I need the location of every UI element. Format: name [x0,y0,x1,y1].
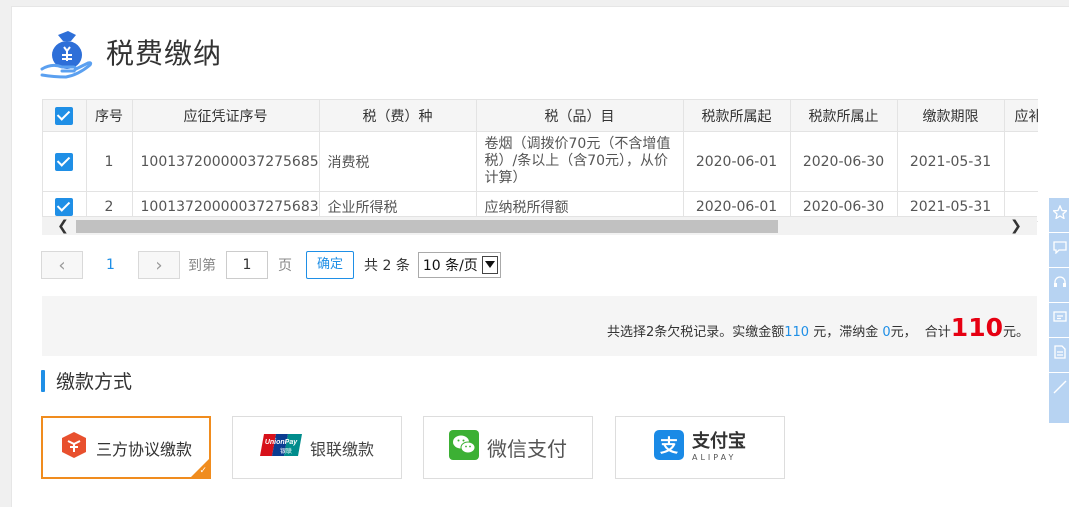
total-amount: 110 [950,313,1003,342]
wechat-icon [449,430,487,465]
section-bar [41,369,45,392]
headset-icon [1054,276,1066,287]
star-icon [1053,205,1067,219]
page-header: 税费缴纳 [40,25,222,79]
late-unit: 元， [890,325,917,340]
chevron-right-icon: › [155,254,163,276]
summary-prefix: 共选择2条欠税记录。实缴金额 [606,325,785,340]
svg-text:UnionPay: UnionPay [265,439,298,446]
float-document-button[interactable] [1049,338,1069,373]
page-title: 税费缴纳 [106,37,223,70]
next-page-button[interactable]: › [138,251,180,279]
total-label: 合计 [924,325,951,340]
tax-table: 序号 应征凭证序号 税（费）种 税（品）目 税款所属起 税款所属止 缴款期限 应… [43,99,1038,222]
row-checkbox[interactable] [43,131,87,192]
late-fee: 0 [882,325,891,340]
amount-due [1004,131,1038,192]
payment-method-label: 支付宝 [692,431,746,452]
checkbox-checked-icon [55,106,74,125]
document-icon [1054,345,1066,359]
voucher-number: 10013720000037275685 [132,131,320,192]
payment-method-label: 银联缴款 [309,439,374,459]
chevron-down-icon [481,256,498,274]
table-header-row: 序号 应征凭证序号 税（费）种 税（品）目 税款所属起 税款所属止 缴款期限 应… [43,99,1038,132]
confirm-button[interactable]: 确定 [306,251,355,279]
svg-text:支: 支 [659,435,679,457]
scroll-left-icon[interactable]: ❮ [54,217,72,235]
alipay-sublabel: ALIPAY [692,453,737,462]
scrollbar-thumb[interactable] [76,220,778,233]
check-icon: ✓ [199,466,207,476]
column-header: 应征凭证序号 [132,99,320,132]
float-chat-button[interactable] [1049,233,1069,268]
payment-method-tripartite[interactable]: 三方协议缴款 ✓ [41,416,211,479]
page-size-value: 10 条/页 [422,258,478,274]
column-header: 缴款期限 [897,99,1005,132]
payment-method-wechat[interactable]: 微信支付 [423,416,593,479]
top-icon [1053,380,1067,394]
payment-method-unionpay[interactable]: UnionPay 银联 银联缴款 [232,416,402,479]
float-top-button[interactable] [1049,373,1069,424]
float-star-button[interactable] [1049,198,1069,233]
checkbox-checked-icon [55,152,74,171]
svg-text:银联: 银联 [280,447,292,455]
goto-label: 到第 [188,258,216,274]
page-number[interactable]: 1 [83,257,138,273]
chat-icon [1053,241,1067,254]
table-row[interactable]: 1 10013720000037275685 消费税 卷烟（调拨价70元（不含增… [43,131,1038,192]
scroll-right-icon[interactable]: ❯ [1007,217,1025,235]
page-label: 页 [278,258,292,274]
checkbox-checked-icon [55,197,74,216]
chevron-left-icon: ‹ [58,254,66,276]
tripartite-agreement-icon [60,431,96,464]
payment-method-label: 微信支付 [487,437,567,461]
summary-bar: 共选择2条欠税记录。实缴金额110 元，滞纳金 0元， 合计110元。 [42,296,1037,356]
page-size-select[interactable]: 10 条/页 [417,252,501,278]
row-index: 1 [86,131,133,192]
column-header: 应补 [1004,99,1038,132]
money-bag-hand-icon [40,25,94,79]
float-message-button[interactable] [1049,303,1069,338]
column-header: 税款所属起 [683,99,791,132]
horizontal-scrollbar[interactable]: ❮ ❯ [42,216,1037,235]
payment-method-label: 三方协议缴款 [95,439,192,459]
summary-text: 共选择2条欠税记录。实缴金额110 元，滞纳金 0元， 合计110元。 [607,313,1029,342]
period-end: 2020-06-30 [790,131,898,192]
tax-item: 卷烟（调拨价70元（不含增值税）/条以上（含70元），从价计算） [476,131,684,192]
alipay-icon: 支 [654,430,692,465]
column-header: 序号 [86,99,133,132]
float-headset-button[interactable] [1049,268,1069,303]
pagination: ‹ 1 › 到第 1 页 确定 共 2 条 10 条/页 [41,250,501,280]
column-header: 税（费）种 [319,99,477,132]
total-unit: 元。 [1002,325,1029,340]
payment-section-title: 缴款方式 [41,367,132,394]
prev-page-button[interactable]: ‹ [41,251,83,279]
column-header: 税款所属止 [790,99,898,132]
paid-unit: 元，滞纳金 [809,325,883,340]
paid-amount: 110 [784,325,810,340]
tax-table-container: 序号 应征凭证序号 税（费）种 税（品）目 税款所属起 税款所属止 缴款期限 应… [42,99,1038,234]
column-header: 税（品）目 [476,99,684,132]
alipay-wordmark: 支付宝 ALIPAY [692,433,746,462]
payment-deadline: 2021-05-31 [897,131,1005,192]
payment-method-alipay[interactable]: 支 支付宝 ALIPAY [615,416,785,479]
unionpay-icon: UnionPay 银联 [259,432,310,463]
tax-type: 消费税 [319,131,477,192]
period-start: 2020-06-01 [683,131,791,192]
goto-page-input[interactable]: 1 [226,251,268,279]
select-all-checkbox[interactable] [43,99,87,132]
section-title-text: 缴款方式 [56,371,133,393]
message-icon [1053,311,1067,322]
total-count: 共 2 条 [364,258,410,274]
